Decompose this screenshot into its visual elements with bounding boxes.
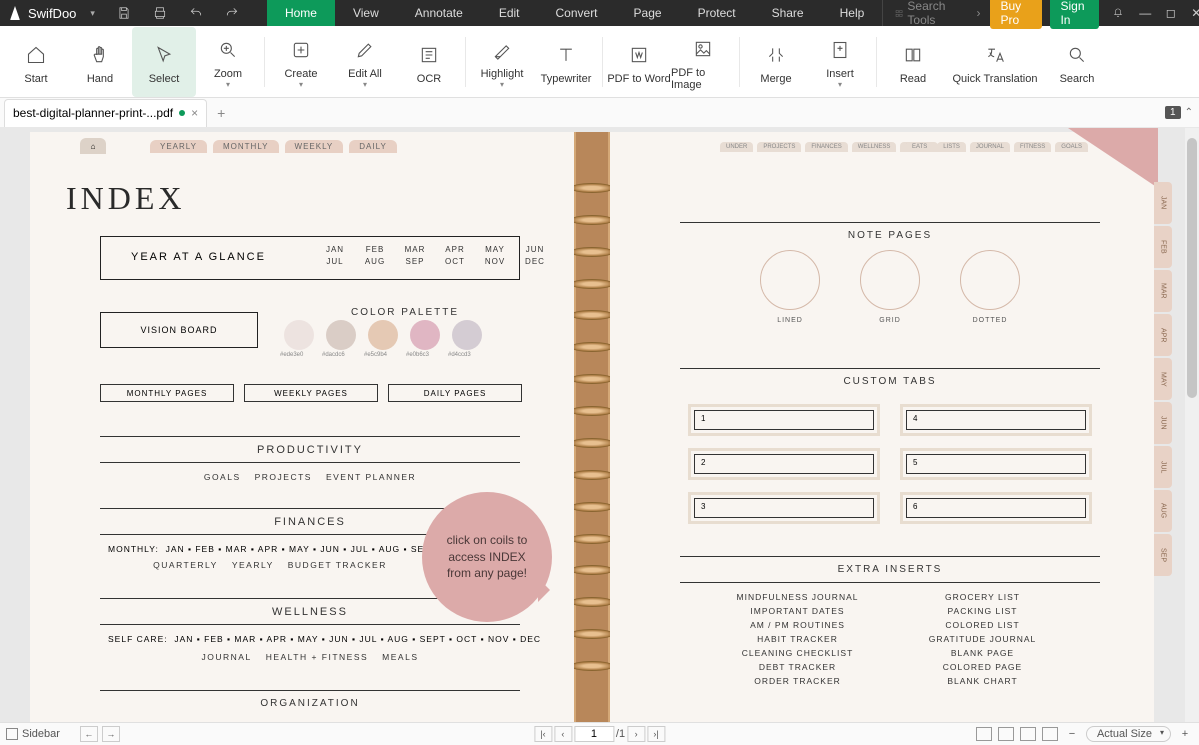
close-button[interactable]: ✕ <box>1184 0 1199 26</box>
planner-tab: WEEKLY <box>285 140 344 153</box>
menu-protect[interactable]: Protect <box>680 0 754 26</box>
menu-share[interactable]: Share <box>754 0 822 26</box>
ribbon-merge[interactable]: Merge <box>744 27 808 97</box>
page-btn: DAILY PAGES <box>388 384 522 402</box>
ribbon-create[interactable]: Create▾ <box>269 27 333 97</box>
ribbon-edit-all[interactable]: Edit All▾ <box>333 27 397 97</box>
menu-view[interactable]: View <box>335 0 397 26</box>
planner-tab: MONTHLY <box>213 140 279 153</box>
ribbon-toolbar: StartHandSelectZoom▾Create▾Edit All▾OCRH… <box>0 26 1199 98</box>
planner-home-tab: ⌂ <box>80 138 106 154</box>
planner-tab: YEARLY <box>150 140 207 153</box>
sidebar-label[interactable]: Sidebar <box>22 728 60 740</box>
save-icon[interactable] <box>109 0 139 26</box>
more-arrow-icon[interactable]: › <box>970 6 986 20</box>
ribbon-search[interactable]: Search <box>1045 27 1109 97</box>
ribbon-hand[interactable]: Hand <box>68 27 132 97</box>
ribbon-start[interactable]: Start <box>4 27 68 97</box>
year-at-glance-box: YEAR AT A GLANCE JANFEBMARAPRMAYJUNJULAU… <box>100 236 520 280</box>
page-btn: WEEKLY PAGES <box>244 384 378 402</box>
first-page-button[interactable]: |‹ <box>534 726 552 742</box>
collapse-ribbon-icon[interactable]: ⌃ <box>1185 107 1193 118</box>
sign-in-button[interactable]: Sign In <box>1050 0 1098 29</box>
corner-fold <box>1068 128 1158 188</box>
title-bar: SwifDoo ▾ HomeViewAnnotateEditConvertPag… <box>0 0 1199 26</box>
coil-callout: click on coils to access INDEX from any … <box>422 492 552 622</box>
zoom-in-button[interactable]: + <box>1177 728 1193 740</box>
vision-board-box: VISION BOARD <box>100 312 258 348</box>
add-tab-button[interactable]: + <box>207 105 235 121</box>
next-page-button[interactable]: → <box>102 726 120 742</box>
menu-help[interactable]: Help <box>822 0 883 26</box>
document-tab-bar: best-digital-planner-print-...pdf × + 1 … <box>0 98 1199 128</box>
sidebar-checkbox[interactable] <box>6 728 18 740</box>
planner-tab: DAILY <box>349 140 397 153</box>
pdf-page: ⌂ YEARLY MONTHLY WEEKLY DAILY INDEX YEAR AT… <box>30 132 1154 722</box>
redo-icon[interactable] <box>217 0 247 26</box>
menu-home[interactable]: Home <box>267 0 335 26</box>
undo-icon[interactable] <box>181 0 211 26</box>
app-brand: SwifDoo <box>28 6 76 21</box>
ribbon-pdf-to-word[interactable]: PDF to Word <box>607 27 671 97</box>
page-total: /1 <box>616 728 625 740</box>
menu-convert[interactable]: Convert <box>538 0 616 26</box>
ribbon-read[interactable]: Read <box>881 27 945 97</box>
page-badge: 1 <box>1165 106 1181 119</box>
document-viewport[interactable]: ⌂ YEARLY MONTHLY WEEKLY DAILY INDEX YEAR AT… <box>0 128 1199 722</box>
tab-name: best-digital-planner-print-...pdf <box>13 106 173 120</box>
modified-dot-icon <box>179 110 185 116</box>
last-page-button[interactable]: ›| <box>647 726 665 742</box>
ribbon-pdf-to-image[interactable]: PDF to Image <box>671 27 735 97</box>
prev-page-button[interactable]: ← <box>80 726 98 742</box>
ribbon-ocr[interactable]: OCR <box>397 27 461 97</box>
page-back-button[interactable]: ‹ <box>554 726 572 742</box>
view-book-icon[interactable] <box>1042 727 1058 741</box>
print-icon[interactable] <box>145 0 175 26</box>
view-facing-icon[interactable] <box>1020 727 1036 741</box>
document-tab[interactable]: best-digital-planner-print-...pdf × <box>4 99 207 127</box>
tab-close-icon[interactable]: × <box>191 106 198 120</box>
app-logo-icon <box>10 6 20 20</box>
page-fwd-button[interactable]: › <box>627 726 645 742</box>
zoom-selector[interactable]: Actual Size <box>1086 726 1171 742</box>
ribbon-zoom[interactable]: Zoom▾ <box>196 27 260 97</box>
menu-page[interactable]: Page <box>616 0 680 26</box>
status-bar: Sidebar ← → |‹ ‹ /1 › ›| − Actual Size + <box>0 722 1199 745</box>
brand-menu-chevron-icon[interactable]: ▾ <box>82 8 103 19</box>
bell-icon[interactable] <box>1103 0 1133 26</box>
page-btn: MONTHLY PAGES <box>100 384 234 402</box>
search-tools[interactable]: Search Tools <box>882 0 970 26</box>
view-continuous-icon[interactable] <box>998 727 1014 741</box>
page-number-input[interactable] <box>574 726 614 742</box>
ribbon-typewriter[interactable]: Typewriter <box>534 27 598 97</box>
menu-edit[interactable]: Edit <box>481 0 538 26</box>
zoom-out-button[interactable]: − <box>1064 728 1080 740</box>
view-single-icon[interactable] <box>976 727 992 741</box>
buy-pro-button[interactable]: Buy Pro <box>990 0 1042 29</box>
ribbon-highlight[interactable]: Highlight▾ <box>470 27 534 97</box>
ribbon-insert[interactable]: Insert▾ <box>808 27 872 97</box>
ribbon-quick-translation[interactable]: Quick Translation <box>945 27 1045 97</box>
minimize-button[interactable]: — <box>1133 0 1159 26</box>
index-title: INDEX <box>66 180 186 217</box>
vertical-scrollbar[interactable] <box>1185 128 1199 722</box>
maximize-button[interactable]: ◻ <box>1158 0 1184 26</box>
ribbon-select[interactable]: Select <box>132 27 196 97</box>
planner-spiral <box>574 132 610 722</box>
menu-annotate[interactable]: Annotate <box>397 0 481 26</box>
